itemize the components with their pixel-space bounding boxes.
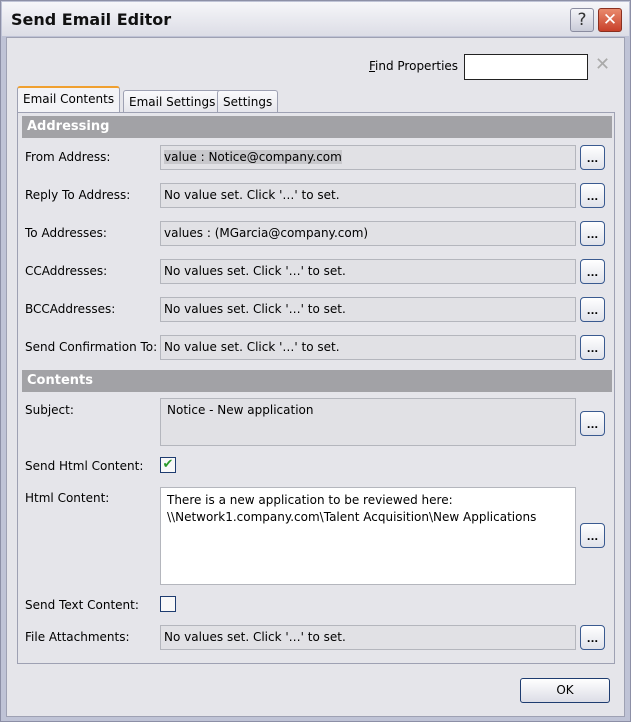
from-address-value: value : Notice@company.com [164, 150, 342, 164]
clear-search-icon[interactable]: ✕ [595, 54, 610, 75]
help-icon[interactable]: ? [570, 8, 594, 32]
from-address-field[interactable]: value : Notice@company.com [160, 145, 576, 170]
subject-field[interactable]: Notice - New application [160, 398, 576, 446]
ccaddresses-value: No values set. Click '…' to set. [164, 264, 346, 278]
file-attachments-label: File Attachments: [25, 630, 130, 644]
send-html-content-label: Send Html Content: [25, 459, 144, 473]
tab-email-settings[interactable]: Email Settings [123, 90, 222, 114]
section-header-addressing: Addressing [22, 116, 612, 138]
find-properties-input[interactable] [464, 54, 588, 80]
reply-to-address-field[interactable]: No value set. Click '…' to set. [160, 183, 576, 208]
subject-label: Subject: [25, 403, 74, 417]
ccaddresses-label: CCAddresses: [25, 264, 108, 278]
section-header-contents: Contents [22, 370, 612, 392]
send-text-content-checkbox[interactable] [160, 596, 176, 612]
tab-email-contents[interactable]: Email Contents [17, 86, 121, 113]
bccaddresses-ellipsis-button[interactable]: ... [580, 297, 605, 322]
send-confirmation-to-label: Send Confirmation To: [25, 340, 158, 354]
to-addresses-label: To Addresses: [25, 226, 107, 240]
send-email-editor-window: Send Email Editor ? ✕ Find Properties ✕ … [0, 0, 631, 722]
from-address-label: From Address: [25, 150, 111, 164]
dialog-body: Find Properties ✕ Email Contents Email S… [6, 37, 625, 717]
ok-button[interactable]: OK [520, 678, 610, 703]
tab-settings[interactable]: Settings [217, 90, 279, 114]
to-addresses-ellipsis-button[interactable]: ... [580, 221, 605, 246]
bccaddresses-value: No values set. Click '…' to set. [164, 302, 346, 316]
reply-to-address-label: Reply To Address: [25, 188, 131, 202]
title-bar[interactable]: Send Email Editor ? ✕ [2, 2, 629, 36]
bccaddresses-field[interactable]: No values set. Click '…' to set. [160, 297, 576, 322]
from-address-ellipsis-button[interactable]: ... [580, 145, 605, 170]
to-addresses-field[interactable]: values : (MGarcia@company.com) [160, 221, 576, 246]
find-label-rest: ind Properties [375, 59, 459, 73]
subject-ellipsis-button[interactable]: ... [580, 411, 605, 436]
ccaddresses-ellipsis-button[interactable]: ... [580, 259, 605, 284]
bccaddresses-label: BCCAddresses: [25, 302, 116, 316]
to-addresses-value: values : (MGarcia@company.com) [164, 226, 369, 240]
file-attachments-field[interactable]: No values set. Click '…' to set. [160, 625, 576, 650]
html-content-label: Html Content: [25, 491, 110, 505]
ccaddresses-field[interactable]: No values set. Click '…' to set. [160, 259, 576, 284]
html-content-field[interactable]: There is a new application to be reviewe… [160, 487, 576, 585]
reply-to-address-value: No value set. Click '…' to set. [164, 188, 340, 202]
file-attachments-ellipsis-button[interactable]: ... [580, 625, 605, 650]
window-title: Send Email Editor [11, 10, 172, 29]
close-icon[interactable]: ✕ [598, 8, 622, 32]
email-contents-panel: Addressing From Address: value : Notice@… [17, 112, 615, 664]
send-html-content-checkbox[interactable]: ✔ [160, 457, 176, 473]
reply-to-address-ellipsis-button[interactable]: ... [580, 183, 605, 208]
find-properties-label: Find Properties [369, 59, 458, 73]
send-confirmation-to-ellipsis-button[interactable]: ... [580, 335, 605, 360]
send-text-content-label: Send Text Content: [25, 598, 139, 612]
send-confirmation-to-value: No value set. Click '…' to set. [164, 340, 340, 354]
html-content-ellipsis-button[interactable]: ... [580, 523, 605, 548]
send-confirmation-to-field[interactable]: No value set. Click '…' to set. [160, 335, 576, 360]
